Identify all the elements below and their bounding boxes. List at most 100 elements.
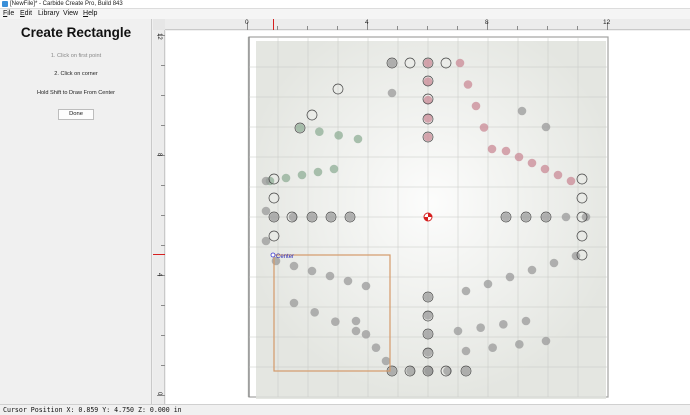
- hole-dot: [307, 212, 317, 222]
- hole-dot: [371, 343, 381, 352]
- hole-dot: [345, 212, 355, 222]
- hole-dot: [517, 106, 527, 116]
- app-icon: [2, 1, 8, 7]
- hole-dot: [331, 317, 340, 326]
- hole-dot: [313, 167, 323, 177]
- tool-panel: Create Rectangle 1. Click on first point…: [0, 19, 152, 404]
- hole-dot: [423, 348, 433, 357]
- hole-dot: [297, 170, 307, 180]
- hole-dot: [315, 127, 324, 136]
- center-snap-point: [270, 252, 276, 258]
- tool-title: Create Rectangle: [20, 25, 132, 40]
- hole-dot: [488, 343, 497, 352]
- vertical-ruler: 12 8 4 0: [153, 30, 165, 404]
- hole-dot: [501, 146, 511, 156]
- hole-dot: [521, 316, 531, 326]
- hole-dot: [566, 176, 576, 186]
- hole-dot: [463, 80, 473, 89]
- menu-library[interactable]: Library: [38, 9, 59, 19]
- center-label: Center: [276, 254, 294, 260]
- v-ruler-label: 0: [156, 392, 162, 396]
- hole-dot: [461, 346, 471, 356]
- v-ruler-label: 4: [156, 273, 162, 277]
- hole-dot: [269, 212, 279, 222]
- menu-bar: File Edit Library View Help: [0, 9, 690, 19]
- hole-dot: [514, 152, 524, 162]
- hole-dot: [351, 316, 361, 326]
- hole-dot: [461, 286, 471, 296]
- hole-dot: [423, 132, 433, 142]
- hole-dot: [307, 266, 317, 276]
- horizontal-ruler: 0 4 8 12: [165, 19, 690, 30]
- hole-dot: [289, 261, 299, 271]
- hole-dot: [381, 356, 391, 366]
- cursor-y-marker: [153, 254, 165, 255]
- h-ruler-label: 8: [485, 19, 489, 26]
- hole-dot: [461, 366, 471, 376]
- canvas-svg[interactable]: Center: [166, 31, 690, 404]
- hole-dot: [455, 58, 465, 68]
- hole-dot: [310, 308, 319, 317]
- hole-dot: [329, 164, 339, 174]
- v-ruler-label: 12: [156, 33, 162, 40]
- hole-dot: [561, 212, 571, 222]
- done-button[interactable]: Done: [58, 109, 94, 120]
- hole-dot: [361, 281, 371, 291]
- title-bar: [NewFile]* - Carbide Create Pro, Build 8…: [0, 0, 690, 9]
- shift-hint-text: Hold Shift to Draw From Center: [36, 90, 116, 96]
- hole-dot: [527, 265, 537, 275]
- hole-dot: [499, 320, 508, 329]
- hole-dot: [343, 276, 353, 286]
- hole-dot: [334, 131, 343, 140]
- hole-dot: [423, 292, 433, 302]
- hole-dot: [549, 258, 559, 268]
- hole-dot: [505, 272, 515, 282]
- status-bar: Cursor Position X: 0.859 Y: 4.750 Z: 0.0…: [0, 404, 690, 414]
- hole-dot: [541, 212, 551, 222]
- h-ruler-label: 12: [603, 19, 611, 26]
- hole-dot: [423, 311, 433, 320]
- hole-dot: [406, 366, 415, 376]
- hole-dot: [351, 326, 361, 336]
- hole-dot: [295, 123, 305, 133]
- hole-dot: [423, 114, 433, 123]
- hole-dot: [353, 134, 363, 144]
- hole-dot: [453, 326, 463, 336]
- hole-dot: [487, 144, 497, 154]
- h-ruler-label: 4: [365, 19, 369, 26]
- hole-dot: [261, 236, 271, 246]
- menu-view[interactable]: View: [63, 9, 78, 19]
- hole-dot: [501, 212, 511, 222]
- step-2-text: 2. Click on corner: [54, 71, 98, 77]
- origin-marker: [423, 212, 433, 222]
- hole-dot: [479, 123, 489, 132]
- hole-dot: [553, 170, 563, 180]
- menu-file[interactable]: File: [3, 9, 14, 19]
- hole-dot: [423, 58, 433, 68]
- menu-edit[interactable]: Edit: [20, 9, 32, 19]
- hole-dot: [483, 279, 493, 289]
- hole-dot: [476, 323, 485, 332]
- window-title: [NewFile]* - Carbide Create Pro, Build 8…: [10, 1, 123, 7]
- hole-dot: [521, 212, 531, 222]
- hole-dot: [527, 158, 537, 168]
- v-ruler-label: 8: [156, 153, 162, 157]
- design-canvas[interactable]: Center: [166, 31, 690, 404]
- cursor-x-marker: [273, 19, 274, 30]
- menu-help[interactable]: Help: [83, 9, 97, 19]
- hole-dot: [423, 329, 433, 339]
- h-ruler-label: 0: [245, 19, 249, 26]
- hole-dot: [471, 101, 481, 111]
- hole-dot: [281, 173, 291, 183]
- hole-dot: [443, 366, 452, 376]
- hole-dot: [261, 206, 271, 216]
- hole-dot: [325, 271, 335, 281]
- hole-dot: [289, 298, 299, 308]
- hole-dot: [387, 88, 397, 98]
- hole-dot: [423, 77, 433, 86]
- hole-dot: [541, 122, 551, 132]
- hole-dot: [515, 340, 524, 349]
- step-1-text: 1. Click on first point: [50, 53, 102, 59]
- hole-dot: [541, 336, 551, 346]
- hole-dot: [326, 212, 336, 222]
